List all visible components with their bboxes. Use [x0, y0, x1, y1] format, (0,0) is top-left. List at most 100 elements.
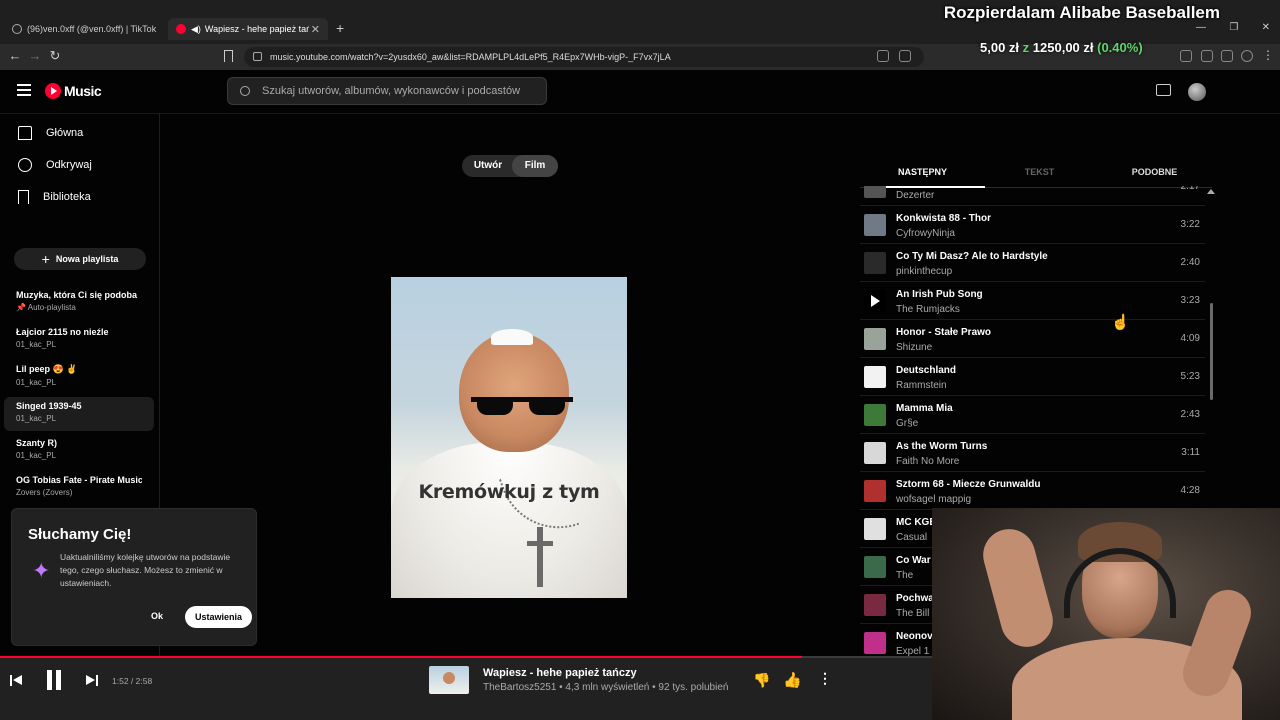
- hamburger-menu-icon[interactable]: [17, 84, 31, 96]
- goal-percent: (0.40%): [1097, 40, 1143, 55]
- stream-title-overlay: Rozpierdalam Alibabe Baseballem: [943, 3, 1220, 22]
- youtube-music-logo-icon[interactable]: [45, 83, 61, 99]
- queue-item[interactable]: Co Ty Mi Dasz? Ale to Hardstyle pinkinthe…: [860, 244, 1205, 282]
- play-icon[interactable]: [871, 295, 880, 307]
- queue-item-title: Co Ty Mi Dasz? Ale to Hardstyle: [896, 251, 1048, 262]
- playlist-item[interactable]: Muzyka, która Ci się podoba 📌 Auto-playl…: [4, 286, 154, 320]
- tiktok-favicon-icon: [12, 24, 22, 34]
- toggle-video[interactable]: Film: [512, 155, 558, 177]
- playlist-item[interactable]: Singed 1939-45 01_kac_PL: [4, 397, 154, 431]
- webcam-arm-right: [1176, 583, 1258, 703]
- maximize-icon[interactable]: ❐: [1229, 22, 1238, 33]
- toast-settings-button[interactable]: Ustawienia: [185, 606, 253, 628]
- new-playlist-button[interactable]: + Nowa playlista: [14, 248, 146, 270]
- tab-related[interactable]: PODOBNE: [1096, 167, 1213, 177]
- more-options-button[interactable]: ⋮: [818, 670, 832, 687]
- wallet-icon[interactable]: [1201, 50, 1213, 62]
- queue-item-artist: Gr§e: [896, 418, 919, 429]
- queue-item-artist: Dezerter: [896, 190, 935, 201]
- tab-up-next[interactable]: NASTĘPNY: [864, 167, 985, 188]
- url-text: music.youtube.com/watch?v=2yusdx60_aw&li…: [270, 52, 671, 62]
- sidebar-item-home[interactable]: Główna: [0, 118, 160, 148]
- queue-item[interactable]: Konkwista 88 - Thor CyfrowyNinja 3:22: [860, 206, 1205, 244]
- queue-item-artist: Rammstein: [896, 380, 947, 391]
- shield-icon[interactable]: [1241, 50, 1253, 62]
- progress-fill: [0, 656, 802, 658]
- home-icon: [18, 126, 32, 140]
- window-controls: — ❐ ✕: [1196, 22, 1280, 33]
- cast-icon[interactable]: [1156, 84, 1171, 96]
- dislike-button[interactable]: 👎: [753, 672, 770, 689]
- queue-item-duration: 3:23: [1180, 295, 1200, 306]
- extension-icon[interactable]: [1180, 50, 1192, 62]
- queue-item[interactable]: Dezerter 2:17: [860, 186, 1205, 206]
- queue-item-thumbnail: [864, 632, 886, 654]
- close-window-icon[interactable]: ✕: [1262, 22, 1270, 33]
- video-figure-robe: [391, 442, 627, 598]
- ytmusic-header: Music: [0, 70, 1280, 114]
- scroll-up-arrow-icon[interactable]: [1207, 189, 1215, 194]
- queue-item[interactable]: Mamma Mia Gr§e 2:43: [860, 396, 1205, 434]
- queue-item[interactable]: Deutschland Rammstein 5:23: [860, 358, 1205, 396]
- search-box[interactable]: [227, 77, 547, 105]
- playlist-subtitle: 01_kac_PL: [16, 340, 57, 349]
- video-player[interactable]: Kremówkuj z tym: [391, 277, 627, 598]
- site-info-icon[interactable]: [253, 52, 262, 61]
- new-playlist-label: Nowa playlista: [55, 254, 119, 264]
- toast-ok-button[interactable]: Ok: [145, 607, 169, 625]
- queue-item[interactable]: An Irish Pub Song The Rumjacks 3:23: [860, 282, 1205, 320]
- browser-tab-youtube-music[interactable]: ◀) Wapiesz - hehe papież tańczy ✕: [168, 18, 328, 40]
- like-button[interactable]: 👍: [783, 671, 802, 689]
- sidebar-item-explore[interactable]: Odkrywaj: [0, 150, 160, 180]
- share-icon[interactable]: [899, 50, 911, 62]
- queue-item-thumbnail: [864, 480, 886, 502]
- tab-lyrics[interactable]: TEKST: [981, 167, 1098, 177]
- queue-item-duration: 2:17: [1180, 186, 1200, 192]
- queue-item[interactable]: Honor - Stałe Prawo Shizune 4:09: [860, 320, 1205, 358]
- playlist-title: Szanty R): [16, 438, 58, 448]
- logo-text[interactable]: Music: [64, 83, 102, 99]
- queue-item-artist: The Rumjacks: [896, 304, 960, 315]
- queue-item[interactable]: Sztorm 68 - Miecze Grunwaldu wofsagel map…: [860, 472, 1205, 510]
- close-tab-icon[interactable]: ✕: [311, 23, 320, 36]
- playlist-item[interactable]: OG Tobias Fate - Pirate Music Zovers (Zo…: [4, 471, 154, 505]
- video-figure-head: [459, 332, 569, 452]
- sidebar-item-library[interactable]: Biblioteka: [0, 182, 160, 212]
- bookmark-icon[interactable]: [224, 50, 233, 62]
- sidebar-item-label: Biblioteka: [43, 191, 91, 203]
- queue-item-title: Pochwa: [896, 593, 934, 604]
- playlist-item[interactable]: Łajcior 2115 no nieźle 01_kac_PL: [4, 323, 154, 357]
- previous-button[interactable]: [10, 674, 26, 688]
- progress-bar[interactable]: [0, 656, 932, 658]
- back-icon[interactable]: ←: [6, 48, 24, 63]
- pixel-sunglasses: [471, 395, 573, 415]
- minimize-icon[interactable]: —: [1196, 22, 1206, 33]
- playlist-item[interactable]: Szanty R) 01_kac_PL: [4, 434, 154, 468]
- queue-item-artist: Shizune: [896, 342, 933, 353]
- hand-cursor-icon: ☝: [1111, 314, 1130, 331]
- new-tab-button[interactable]: +: [336, 20, 344, 36]
- forward-icon[interactable]: →: [26, 48, 44, 63]
- avatar[interactable]: [1188, 83, 1206, 101]
- search-input[interactable]: [262, 78, 542, 104]
- now-playing-title[interactable]: Wapiesz - hehe papież tańczy: [483, 667, 637, 679]
- queue-item-thumbnail: [864, 518, 886, 540]
- queue-item[interactable]: As the Worm Turns Faith No More 3:11: [860, 434, 1205, 472]
- puzzle-icon[interactable]: [1221, 50, 1233, 62]
- goal-current: 5,00 zł: [980, 40, 1020, 55]
- next-button[interactable]: [86, 674, 102, 688]
- toggle-song[interactable]: Utwór: [462, 155, 514, 177]
- queue-scrollbar[interactable]: [1210, 303, 1213, 400]
- browser-tab-tiktok[interactable]: (96)ven.0xff (@ven.0xff) | TikTok: [4, 18, 164, 40]
- tab-title: Wapiesz - hehe papież tańczy: [204, 24, 309, 34]
- pause-button[interactable]: [45, 670, 63, 690]
- playlist-subtitle: Zovers (Zovers): [16, 488, 73, 497]
- menu-icon[interactable]: ⋮: [1262, 48, 1274, 62]
- url-field[interactable]: music.youtube.com/watch?v=2yusdx60_aw&li…: [244, 47, 924, 67]
- search-icon: [240, 86, 250, 96]
- queue-item-title: Co War: [896, 555, 931, 566]
- playlist-item[interactable]: Lil peep 😍 ✌ 01_kac_PL: [4, 360, 154, 394]
- reload-icon[interactable]: ↻: [46, 48, 64, 64]
- screen-icon[interactable]: [877, 50, 889, 62]
- queue-item-title: Deutschland: [896, 365, 957, 376]
